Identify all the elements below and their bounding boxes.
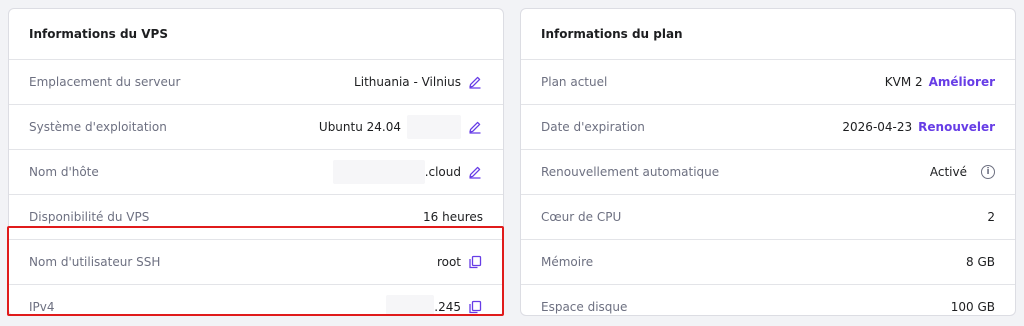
server-location-value: Lithuania - Vilnius [354, 75, 461, 89]
row-memory: Mémoire 8 GB [521, 239, 1015, 284]
row-operating-system: Système d'exploitation Ubuntu 24.04 [9, 104, 503, 149]
cpu-label: Cœur de CPU [541, 210, 622, 224]
auto-renewal-info-icon[interactable]: i [981, 165, 995, 179]
row-server-location: Emplacement du serveur Lithuania - Vilni… [9, 59, 503, 104]
plan-info-title: Informations du plan [541, 27, 683, 41]
ipv4-label: IPv4 [29, 300, 55, 314]
row-disk-space: Espace disque 100 GB [521, 284, 1015, 315]
ssh-username-value: root [436, 255, 461, 269]
cpu-value: 2 [987, 210, 995, 224]
row-ssh-username: Nom d'utilisateur SSH root [9, 239, 503, 284]
os-label: Système d'exploitation [29, 120, 167, 134]
row-cpu-cores: Cœur de CPU 2 [521, 194, 1015, 239]
hostname-label: Nom d'hôte [29, 165, 99, 179]
row-hostname: Nom d'hôte .cloud [9, 149, 503, 194]
renew-link[interactable]: Renouveler [918, 120, 995, 134]
row-auto-renewal: Renouvellement automatique Activé i [521, 149, 1015, 194]
current-plan-label: Plan actuel [541, 75, 608, 89]
expiration-label: Date d'expiration [541, 120, 645, 134]
edit-os-pencil-icon[interactable] [467, 119, 483, 135]
memory-label: Mémoire [541, 255, 594, 269]
redacted-os-version [407, 115, 461, 139]
vps-info-title: Informations du VPS [29, 27, 168, 41]
ipv4-value: .245 [434, 300, 461, 314]
uptime-label: Disponibilité du VPS [29, 210, 150, 224]
ssh-username-label: Nom d'utilisateur SSH [29, 255, 161, 269]
auto-renewal-label: Renouvellement automatique [541, 165, 720, 179]
row-ipv4: IPv4 .245 [9, 284, 503, 315]
disk-label: Espace disque [541, 300, 628, 314]
upgrade-link[interactable]: Améliorer [929, 75, 995, 89]
row-expiration-date: Date d'expiration 2026-04-23 Renouveler [521, 104, 1015, 149]
memory-value: 8 GB [966, 255, 995, 269]
vps-info-card: Informations du VPS Emplacement du serve… [8, 8, 504, 316]
edit-location-pencil-icon[interactable] [467, 74, 483, 90]
vps-overview-page: Informations du VPS Emplacement du serve… [0, 0, 1024, 326]
server-location-label: Emplacement du serveur [29, 75, 181, 89]
expiration-value: 2026-04-23 [842, 120, 913, 134]
os-value: Ubuntu 24.04 [318, 120, 401, 134]
redacted-ipv4 [386, 295, 435, 315]
hostname-value: .cloud [424, 165, 461, 179]
auto-renewal-value: Activé [929, 165, 967, 179]
uptime-value: 16 heures [423, 210, 483, 224]
disk-value: 100 GB [950, 300, 995, 314]
row-vps-uptime: Disponibilité du VPS 16 heures [9, 194, 503, 239]
plan-info-card: Informations du plan Plan actuel KVM 2 A… [520, 8, 1016, 316]
current-plan-value: KVM 2 [884, 75, 923, 89]
edit-hostname-pencil-icon[interactable] [467, 164, 483, 180]
copy-ipv4-copy-icon[interactable] [467, 299, 483, 315]
row-current-plan: Plan actuel KVM 2 Améliorer [521, 59, 1015, 104]
redacted-hostname [332, 160, 425, 184]
copy-ssh-username-copy-icon[interactable] [467, 254, 483, 270]
